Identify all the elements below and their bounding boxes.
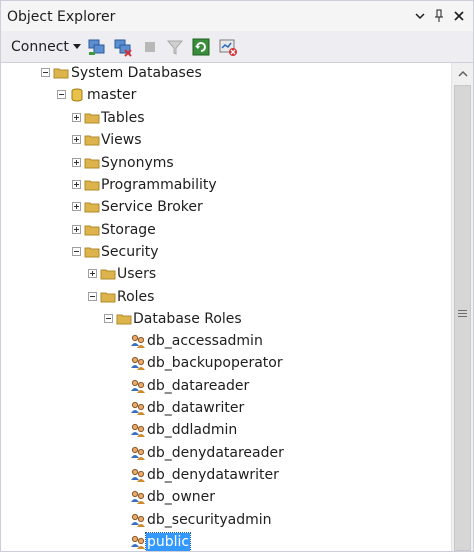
toolbar: Connect bbox=[1, 31, 473, 63]
expand-toggle[interactable] bbox=[88, 269, 97, 278]
expand-toggle[interactable] bbox=[72, 113, 81, 122]
tree-node-label: Synonyms bbox=[101, 155, 174, 171]
dropdown-arrow-icon[interactable] bbox=[72, 44, 81, 50]
grip-icon bbox=[458, 310, 467, 319]
folder-icon bbox=[84, 110, 100, 126]
connect-button[interactable]: Connect bbox=[11, 39, 81, 55]
tree-node-label: db_accessadmin bbox=[147, 333, 263, 349]
folder-icon bbox=[53, 65, 69, 81]
title-bar: Object Explorer bbox=[1, 1, 473, 31]
expand-toggle[interactable] bbox=[72, 158, 81, 167]
vertical-scrollbar[interactable] bbox=[451, 63, 473, 551]
refresh-icon[interactable] bbox=[191, 37, 211, 57]
folder-icon bbox=[116, 311, 132, 327]
tree-node-label: Tables bbox=[101, 110, 145, 126]
expand-toggle[interactable] bbox=[72, 180, 81, 189]
tree-node-label: Database Roles bbox=[133, 311, 242, 327]
collapse-toggle[interactable] bbox=[88, 292, 97, 301]
connect-label: Connect bbox=[11, 39, 69, 55]
folder-icon bbox=[84, 244, 100, 260]
expand-toggle[interactable] bbox=[72, 135, 81, 144]
disconnect-icon[interactable] bbox=[113, 37, 133, 57]
database-icon bbox=[69, 87, 85, 103]
expand-toggle[interactable] bbox=[72, 225, 81, 234]
pin-icon[interactable] bbox=[431, 7, 447, 25]
collapse-toggle[interactable] bbox=[72, 247, 81, 256]
scroll-thumb[interactable] bbox=[454, 85, 471, 551]
tree-node-label: master bbox=[87, 87, 137, 103]
database-role-icon bbox=[130, 445, 146, 461]
tree-node-label: db_denydatawriter bbox=[147, 467, 279, 483]
folder-icon bbox=[84, 177, 100, 193]
database-role-icon bbox=[130, 489, 146, 505]
connect-object-explorer-icon[interactable] bbox=[87, 37, 107, 57]
database-role-icon bbox=[130, 333, 146, 349]
folder-icon bbox=[100, 266, 116, 282]
tree-node-label: db_datawriter bbox=[147, 400, 245, 416]
object-explorer-tree: System Databases master Tables Views Syn… bbox=[1, 63, 451, 551]
database-role-icon bbox=[130, 378, 146, 394]
folder-icon bbox=[100, 289, 116, 305]
tree-node-label: Security bbox=[101, 244, 159, 260]
tree-node-label: Programmability bbox=[101, 177, 217, 193]
panel-title: Object Explorer bbox=[7, 9, 116, 25]
database-role-icon bbox=[130, 467, 146, 483]
database-role-icon bbox=[130, 422, 146, 438]
scroll-up-icon[interactable] bbox=[452, 63, 473, 85]
folder-icon bbox=[84, 132, 100, 148]
tree-node-label: db_denydatareader bbox=[147, 445, 284, 461]
tree-node-label: Storage bbox=[101, 222, 156, 238]
tree-node-label: Views bbox=[101, 132, 142, 148]
database-role-icon bbox=[130, 534, 146, 550]
collapse-toggle[interactable] bbox=[57, 90, 66, 99]
database-role-icon bbox=[130, 355, 146, 371]
activity-monitor-icon[interactable] bbox=[218, 37, 238, 57]
tree-node-label: System Databases bbox=[71, 65, 202, 81]
tree-node-label: db_ddladmin bbox=[147, 422, 238, 438]
tree-node-label: Roles bbox=[117, 289, 155, 305]
chevron-down-icon[interactable] bbox=[412, 7, 428, 25]
expand-toggle[interactable] bbox=[72, 202, 81, 211]
database-role-icon bbox=[130, 512, 146, 528]
tree-node-label: Users bbox=[117, 266, 157, 282]
collapse-toggle[interactable] bbox=[104, 314, 113, 323]
tree-node-label: db_datareader bbox=[147, 378, 250, 394]
stop-icon bbox=[140, 37, 160, 57]
tree-node-label: public bbox=[144, 532, 192, 551]
folder-icon bbox=[84, 199, 100, 215]
tree-node-label: Service Broker bbox=[101, 199, 203, 215]
filter-icon bbox=[165, 37, 185, 57]
collapse-toggle[interactable] bbox=[41, 68, 50, 77]
folder-icon bbox=[84, 222, 100, 238]
tree-node-label: db_backupoperator bbox=[147, 355, 283, 371]
object-explorer-panel: Object Explorer Connect System Databases… bbox=[0, 0, 474, 552]
close-icon[interactable] bbox=[451, 7, 467, 25]
tree-node-label: db_securityadmin bbox=[147, 512, 272, 528]
database-role-icon bbox=[130, 400, 146, 416]
tree-node-label: db_owner bbox=[147, 489, 216, 505]
folder-icon bbox=[84, 155, 100, 171]
